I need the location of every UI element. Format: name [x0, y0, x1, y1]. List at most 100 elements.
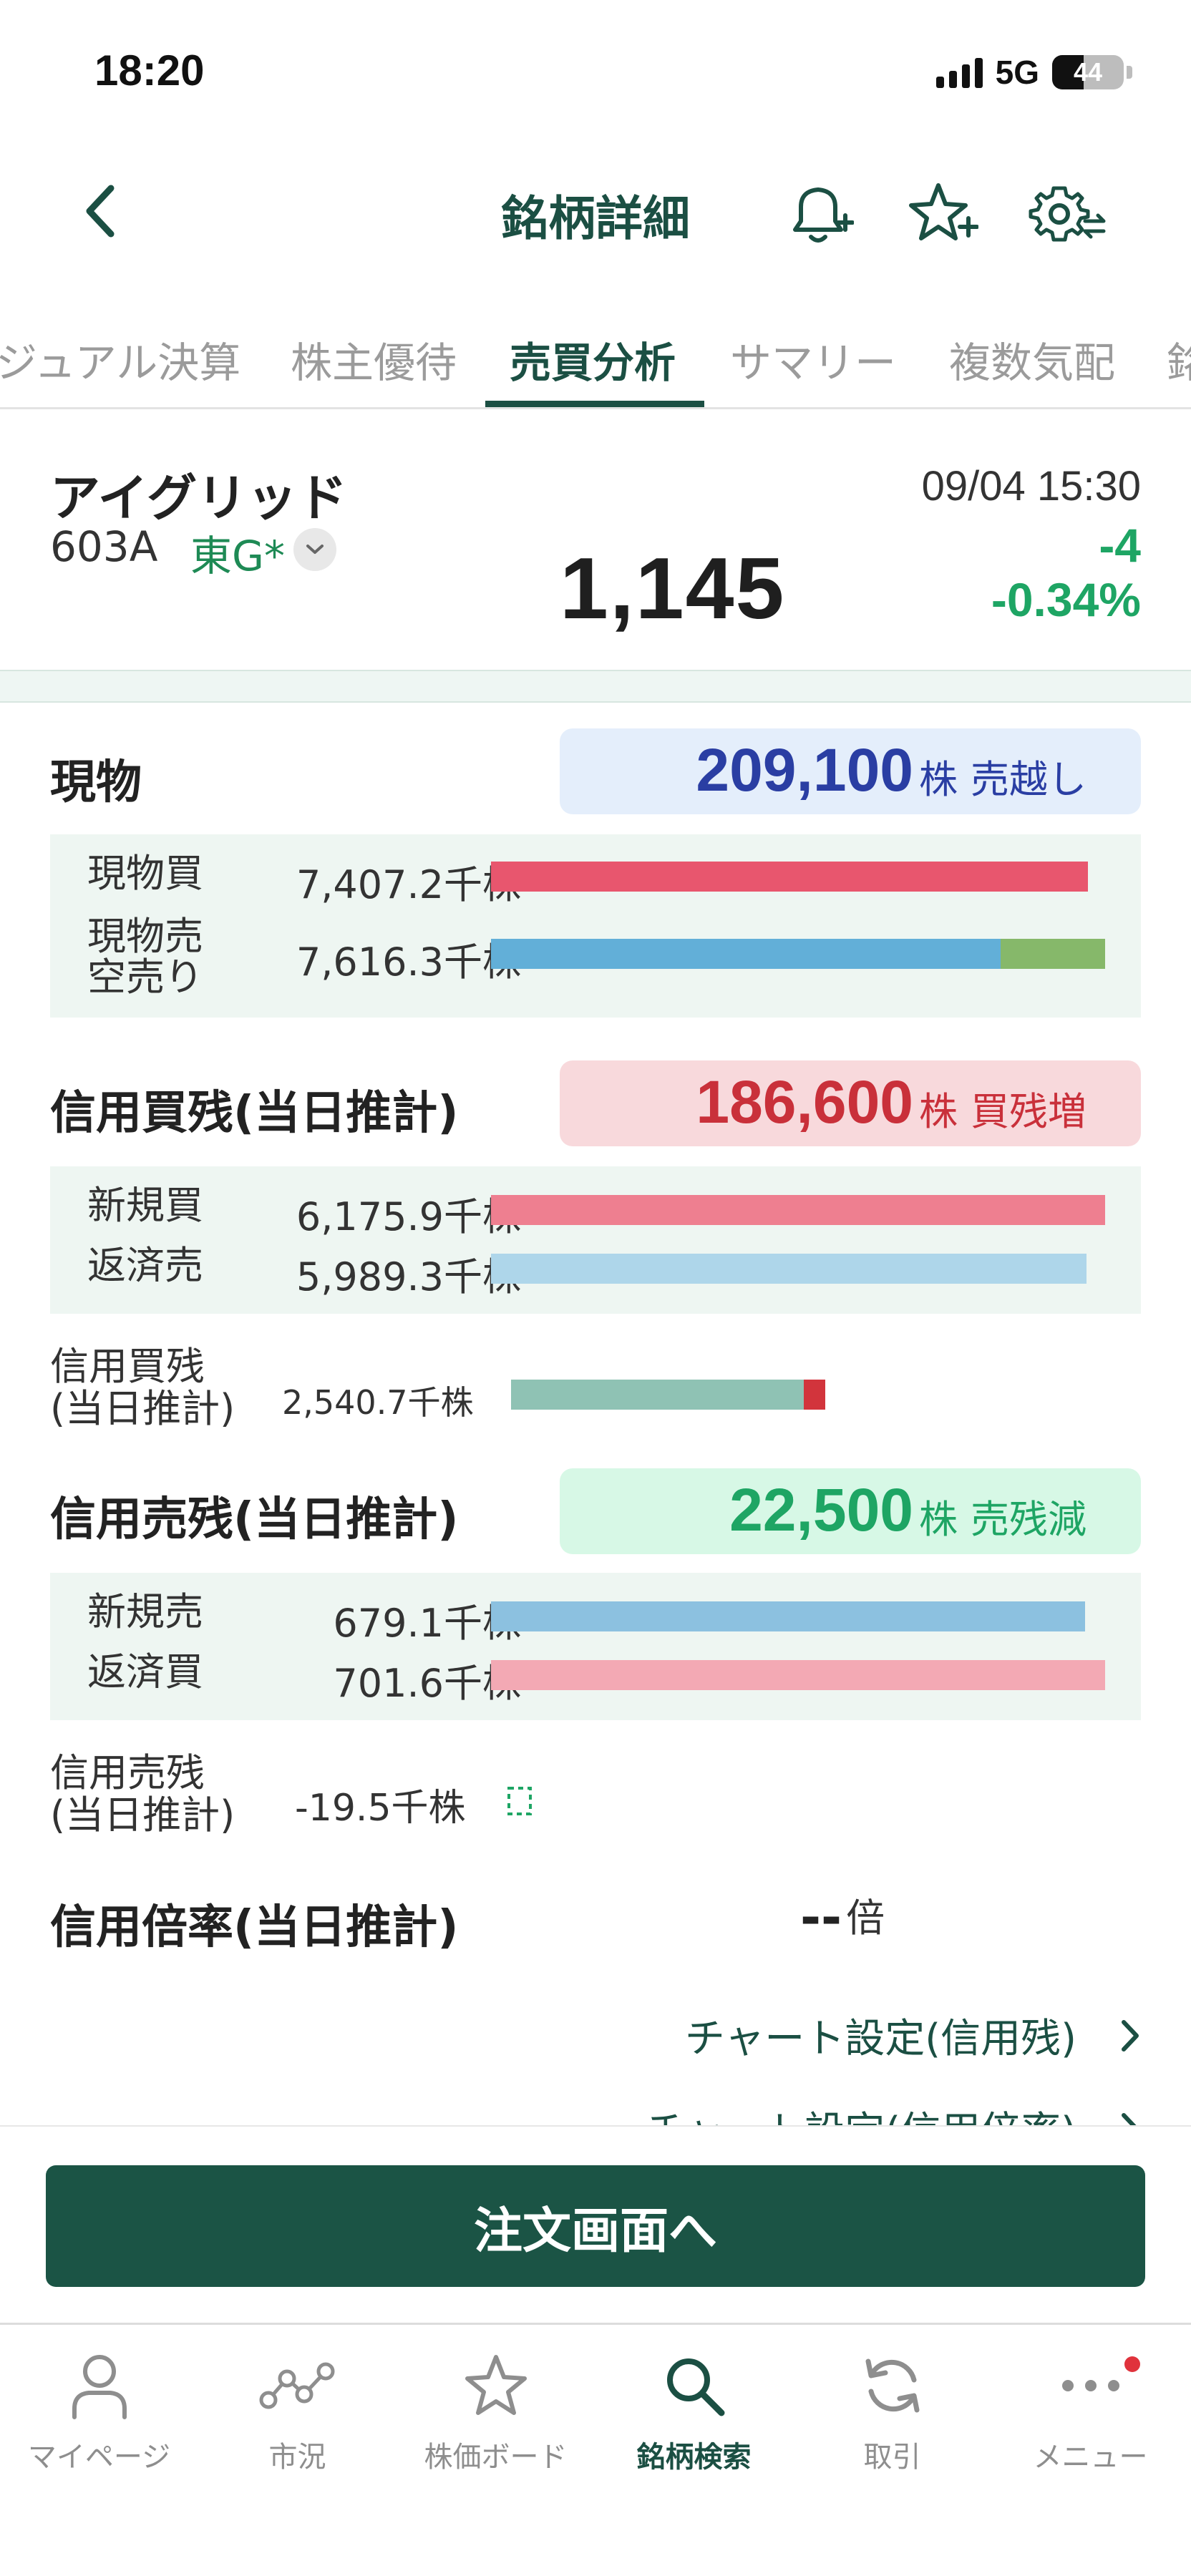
cash-net-state: 売越し	[971, 757, 1087, 802]
nav-price-board-label: 株価ボード	[424, 2441, 568, 2474]
margin-buy-net-value: 186,600	[696, 1068, 913, 1136]
cash-buy-label: 現物買	[87, 851, 203, 896]
tab-next[interactable]: 銘	[1167, 329, 1191, 389]
section-divider	[0, 670, 1191, 703]
expand-dashed-icon[interactable]	[507, 1786, 533, 1816]
network-label: 5G	[995, 54, 1039, 91]
cash-panel: 現物買 7,407.2千株 現物売 空売り 7,616.3千株	[50, 834, 1141, 1018]
margin-ratio-value: --	[800, 1888, 842, 1947]
nav-menu-label: メニュー	[1033, 2441, 1148, 2474]
margin-ratio-display: -- 倍	[800, 1886, 885, 1943]
tab-multi-quote[interactable]: 複数気配	[949, 329, 1115, 389]
battery-icon: 44	[1052, 55, 1124, 89]
tab-bar: ジュアル決算 株主優待 売買分析 サマリー 複数気配 銘	[0, 315, 1191, 409]
chevron-right-icon	[1122, 2019, 1139, 2051]
repay-buy-bar	[491, 1660, 1105, 1690]
margin-buy-net-state: 買残増	[971, 1089, 1087, 1134]
market-dropdown-button[interactable]	[293, 528, 336, 571]
add-favorite-button[interactable]	[903, 175, 982, 253]
current-price: 1,145	[560, 540, 786, 637]
tab-shareholder-benefits[interactable]: 株主優待	[291, 329, 457, 389]
market-network-icon	[259, 2362, 334, 2409]
margin-buy-net-unit: 株	[919, 1089, 958, 1134]
market-selector[interactable]: 東G*	[190, 522, 285, 582]
margin-buy-balance-value: 2,540.7千株	[282, 1383, 474, 1422]
margin-ratio-section-title: 信用倍率(当日推計)	[50, 1901, 459, 1954]
stock-code: 603A	[50, 522, 158, 571]
cash-sell-bar	[491, 939, 1001, 969]
price-change-percent: -0.34%	[991, 573, 1141, 626]
repay-sell-value: 5,989.3千株	[296, 1254, 521, 1299]
new-buy-value: 6,175.9千株	[296, 1194, 521, 1239]
cash-net-value: 209,100	[696, 736, 913, 804]
nav-market[interactable]: 市況	[198, 2346, 397, 2489]
battery-tip	[1127, 66, 1132, 79]
margin-sell-net-value: 22,500	[729, 1476, 913, 1543]
battery-percent: 44	[1073, 57, 1103, 87]
gear-sync-icon	[1029, 186, 1106, 242]
margin-sell-net-unit: 株	[919, 1497, 958, 1542]
nav-mypage-label: マイページ	[27, 2441, 171, 2474]
more-dots-icon	[1061, 2380, 1119, 2391]
cash-sell-value: 7,616.3千株	[296, 940, 521, 985]
margin-sell-summary: 22,500 株 売残減	[560, 1468, 1141, 1554]
bell-plus-icon	[793, 187, 854, 243]
cash-net-unit: 株	[919, 757, 958, 802]
chevron-down-icon	[306, 545, 324, 554]
search-icon	[666, 2358, 724, 2416]
margin-ratio-unit: 倍	[846, 1896, 885, 1941]
cash-sell-label: 現物売 空売り	[87, 914, 203, 1000]
order-screen-button[interactable]: 注文画面へ	[46, 2165, 1145, 2287]
tab-trade-analysis[interactable]: 売買分析	[510, 329, 676, 389]
order-area: 注文画面へ	[0, 2125, 1191, 2326]
signal-icon	[935, 57, 983, 88]
margin-buy-panel: 新規買 6,175.9千株 返済売 5,989.3千株	[50, 1166, 1141, 1314]
tab-summary[interactable]: サマリー	[730, 329, 896, 389]
display-settings-button[interactable]	[1028, 175, 1107, 253]
star-plus-icon	[909, 183, 978, 240]
nav-mypage[interactable]: マイページ	[0, 2346, 198, 2489]
repay-sell-bar	[491, 1254, 1087, 1284]
nav-stock-search[interactable]: 銘柄検索	[595, 2346, 793, 2489]
new-sell-value: 679.1千株	[333, 1601, 521, 1646]
person-icon	[72, 2355, 127, 2419]
margin-buy-summary: 186,600 株 買残増	[560, 1060, 1141, 1146]
margin-buy-section-title: 信用買残(当日推計)	[50, 1087, 459, 1140]
price-change: -4	[1099, 519, 1141, 572]
margin-sell-section-title: 信用売残(当日推計)	[50, 1493, 459, 1546]
cash-section-title: 現物	[50, 756, 142, 809]
margin-buy-increase-bar	[804, 1380, 825, 1410]
new-sell-bar	[491, 1601, 1085, 1631]
refresh-icon	[865, 2358, 919, 2413]
nav-market-label: 市況	[268, 2441, 326, 2474]
margin-sell-panel: 新規売 679.1千株 返済買 701.6千株	[50, 1573, 1141, 1720]
margin-sell-balance-value: -19.5千株	[295, 1787, 466, 1830]
new-buy-label: 新規買	[87, 1183, 203, 1228]
page-title: 銘柄詳細	[501, 191, 690, 246]
nav-trade-label: 取引	[863, 2441, 921, 2474]
status-bar: 18:20 5G 44	[0, 0, 1191, 143]
star-icon	[465, 2355, 527, 2415]
margin-buy-balance-bar	[511, 1380, 804, 1410]
repay-buy-label: 返済買	[87, 1649, 203, 1694]
cash-short-sell-bar	[1001, 939, 1105, 969]
tab-visual-results[interactable]: ジュアル決算	[0, 329, 240, 389]
new-buy-bar	[491, 1195, 1105, 1225]
status-indicators: 5G 44	[935, 53, 1132, 92]
nav-price-board[interactable]: 株価ボード	[397, 2346, 595, 2489]
margin-sell-balance-label: 信用売残 (当日推計)	[50, 1750, 235, 1838]
nav-stock-search-label: 銘柄検索	[636, 2441, 752, 2474]
bottom-nav: マイページ 市況 株価ボード 銘柄検索 取引 メニュー	[0, 2323, 1191, 2576]
repay-buy-value: 701.6千株	[333, 1661, 521, 1706]
margin-buy-balance-label: 信用買残 (当日推計)	[50, 1344, 235, 1432]
nav-trade[interactable]: 取引	[793, 2346, 991, 2489]
app-header: 銘柄詳細	[0, 143, 1191, 286]
price-alert-button[interactable]	[779, 175, 857, 253]
repay-sell-label: 返済売	[87, 1243, 203, 1288]
cash-buy-value: 7,407.2千株	[296, 862, 521, 907]
chart-settings-margin-link[interactable]: チャート設定(信用残)	[685, 2006, 1141, 2064]
new-sell-label: 新規売	[87, 1589, 203, 1634]
stock-name: アイグリッド	[50, 469, 348, 527]
nav-menu[interactable]: メニュー	[991, 2346, 1190, 2489]
notification-dot	[1124, 2356, 1140, 2372]
